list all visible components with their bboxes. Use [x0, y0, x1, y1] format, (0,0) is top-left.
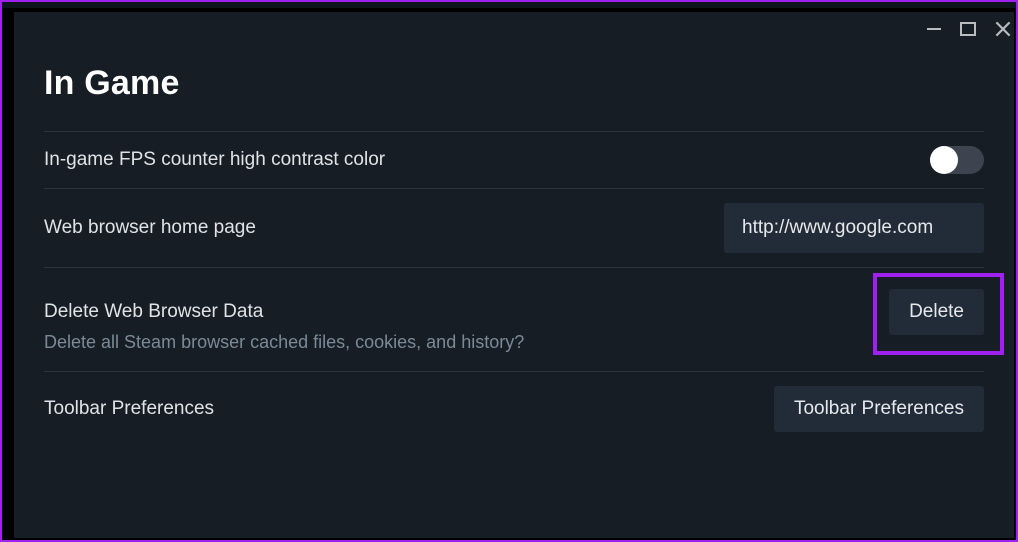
delete-data-label: Delete Web Browser Data — [44, 301, 263, 323]
homepage-input[interactable] — [724, 203, 984, 253]
close-icon[interactable] — [992, 18, 1014, 40]
row-homepage: Web browser home page — [44, 188, 984, 267]
toggle-knob — [930, 146, 958, 174]
delete-button[interactable]: Delete — [889, 289, 984, 335]
annotation-frame: In Game In-game FPS counter high contras… — [0, 0, 1018, 542]
row-delete-browser-data: Delete Web Browser Data Delete Delete al… — [44, 267, 984, 371]
toolbar-preferences-button[interactable]: Toolbar Preferences — [774, 386, 984, 432]
delete-data-description: Delete all Steam browser cached files, c… — [44, 332, 984, 353]
minimize-icon[interactable] — [924, 19, 944, 39]
toolbar-label: Toolbar Preferences — [44, 398, 214, 420]
settings-content: In Game In-game FPS counter high contras… — [14, 12, 1014, 446]
homepage-label: Web browser home page — [44, 217, 256, 239]
window-titlebar-strip — [2, 2, 1016, 8]
fps-contrast-label: In-game FPS counter high contrast color — [44, 149, 385, 171]
row-toolbar-preferences: Toolbar Preferences Toolbar Preferences — [44, 371, 984, 446]
settings-window: In Game In-game FPS counter high contras… — [14, 12, 1014, 538]
page-title: In Game — [44, 64, 984, 103]
window-controls — [924, 18, 1014, 40]
fps-contrast-toggle[interactable] — [930, 146, 984, 174]
maximize-icon[interactable] — [958, 19, 978, 39]
row-fps-contrast: In-game FPS counter high contrast color — [44, 131, 984, 188]
